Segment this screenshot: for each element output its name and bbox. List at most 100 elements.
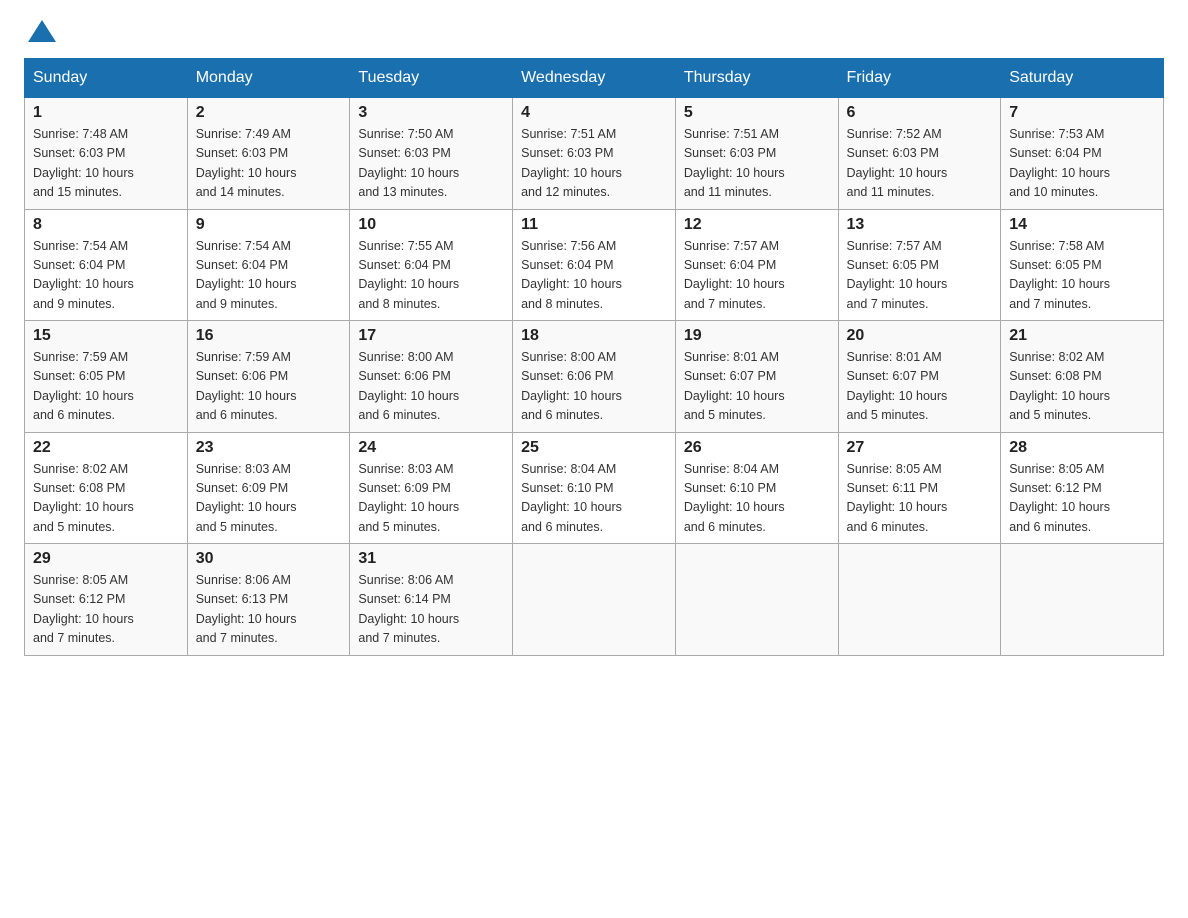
calendar-cell: 10 Sunrise: 7:55 AMSunset: 6:04 PMDaylig… (350, 209, 513, 321)
calendar-cell: 19 Sunrise: 8:01 AMSunset: 6:07 PMDaylig… (675, 321, 838, 433)
calendar-cell: 27 Sunrise: 8:05 AMSunset: 6:11 PMDaylig… (838, 432, 1001, 544)
day-number: 27 (847, 439, 993, 457)
day-info: Sunrise: 7:52 AMSunset: 6:03 PMDaylight:… (847, 127, 948, 199)
calendar-week-row: 1 Sunrise: 7:48 AMSunset: 6:03 PMDayligh… (25, 98, 1164, 210)
calendar-table: SundayMondayTuesdayWednesdayThursdayFrid… (24, 58, 1164, 656)
calendar-cell: 7 Sunrise: 7:53 AMSunset: 6:04 PMDayligh… (1001, 98, 1164, 210)
day-number: 25 (521, 439, 667, 457)
day-info: Sunrise: 7:57 AMSunset: 6:05 PMDaylight:… (847, 239, 948, 311)
day-number: 16 (196, 327, 342, 345)
day-info: Sunrise: 8:02 AMSunset: 6:08 PMDaylight:… (1009, 350, 1110, 422)
day-info: Sunrise: 7:58 AMSunset: 6:05 PMDaylight:… (1009, 239, 1110, 311)
calendar-cell: 12 Sunrise: 7:57 AMSunset: 6:04 PMDaylig… (675, 209, 838, 321)
day-number: 30 (196, 550, 342, 568)
header-sunday: Sunday (25, 59, 188, 98)
day-number: 2 (196, 104, 342, 122)
day-info: Sunrise: 7:56 AMSunset: 6:04 PMDaylight:… (521, 239, 622, 311)
calendar-cell: 5 Sunrise: 7:51 AMSunset: 6:03 PMDayligh… (675, 98, 838, 210)
day-info: Sunrise: 8:03 AMSunset: 6:09 PMDaylight:… (358, 462, 459, 534)
day-number: 6 (847, 104, 993, 122)
calendar-cell: 24 Sunrise: 8:03 AMSunset: 6:09 PMDaylig… (350, 432, 513, 544)
header-monday: Monday (187, 59, 350, 98)
day-info: Sunrise: 8:05 AMSunset: 6:12 PMDaylight:… (1009, 462, 1110, 534)
day-number: 4 (521, 104, 667, 122)
day-info: Sunrise: 7:48 AMSunset: 6:03 PMDaylight:… (33, 127, 134, 199)
calendar-cell: 26 Sunrise: 8:04 AMSunset: 6:10 PMDaylig… (675, 432, 838, 544)
day-number: 31 (358, 550, 504, 568)
header-wednesday: Wednesday (513, 59, 676, 98)
day-info: Sunrise: 8:01 AMSunset: 6:07 PMDaylight:… (684, 350, 785, 422)
day-info: Sunrise: 8:03 AMSunset: 6:09 PMDaylight:… (196, 462, 297, 534)
day-info: Sunrise: 7:59 AMSunset: 6:05 PMDaylight:… (33, 350, 134, 422)
calendar-cell (513, 544, 676, 656)
calendar-week-row: 22 Sunrise: 8:02 AMSunset: 6:08 PMDaylig… (25, 432, 1164, 544)
calendar-header-row: SundayMondayTuesdayWednesdayThursdayFrid… (25, 59, 1164, 98)
calendar-cell: 17 Sunrise: 8:00 AMSunset: 6:06 PMDaylig… (350, 321, 513, 433)
day-number: 21 (1009, 327, 1155, 345)
calendar-cell: 3 Sunrise: 7:50 AMSunset: 6:03 PMDayligh… (350, 98, 513, 210)
day-number: 19 (684, 327, 830, 345)
calendar-week-row: 29 Sunrise: 8:05 AMSunset: 6:12 PMDaylig… (25, 544, 1164, 656)
calendar-cell: 9 Sunrise: 7:54 AMSunset: 6:04 PMDayligh… (187, 209, 350, 321)
day-info: Sunrise: 7:59 AMSunset: 6:06 PMDaylight:… (196, 350, 297, 422)
page-header (24, 24, 1164, 38)
day-number: 9 (196, 216, 342, 234)
day-info: Sunrise: 7:53 AMSunset: 6:04 PMDaylight:… (1009, 127, 1110, 199)
calendar-cell: 16 Sunrise: 7:59 AMSunset: 6:06 PMDaylig… (187, 321, 350, 433)
logo-triangle-icon (28, 20, 56, 42)
calendar-cell: 21 Sunrise: 8:02 AMSunset: 6:08 PMDaylig… (1001, 321, 1164, 433)
calendar-cell: 31 Sunrise: 8:06 AMSunset: 6:14 PMDaylig… (350, 544, 513, 656)
day-info: Sunrise: 8:05 AMSunset: 6:11 PMDaylight:… (847, 462, 948, 534)
calendar-cell (1001, 544, 1164, 656)
calendar-cell: 8 Sunrise: 7:54 AMSunset: 6:04 PMDayligh… (25, 209, 188, 321)
day-info: Sunrise: 7:55 AMSunset: 6:04 PMDaylight:… (358, 239, 459, 311)
day-number: 23 (196, 439, 342, 457)
calendar-cell (838, 544, 1001, 656)
header-saturday: Saturday (1001, 59, 1164, 98)
day-number: 28 (1009, 439, 1155, 457)
day-info: Sunrise: 8:04 AMSunset: 6:10 PMDaylight:… (684, 462, 785, 534)
calendar-cell: 18 Sunrise: 8:00 AMSunset: 6:06 PMDaylig… (513, 321, 676, 433)
calendar-cell: 30 Sunrise: 8:06 AMSunset: 6:13 PMDaylig… (187, 544, 350, 656)
day-number: 8 (33, 216, 179, 234)
day-info: Sunrise: 7:54 AMSunset: 6:04 PMDaylight:… (33, 239, 134, 311)
day-number: 13 (847, 216, 993, 234)
day-number: 22 (33, 439, 179, 457)
day-number: 7 (1009, 104, 1155, 122)
day-number: 20 (847, 327, 993, 345)
calendar-week-row: 15 Sunrise: 7:59 AMSunset: 6:05 PMDaylig… (25, 321, 1164, 433)
header-friday: Friday (838, 59, 1001, 98)
day-info: Sunrise: 7:50 AMSunset: 6:03 PMDaylight:… (358, 127, 459, 199)
day-number: 29 (33, 550, 179, 568)
day-info: Sunrise: 8:06 AMSunset: 6:14 PMDaylight:… (358, 573, 459, 645)
calendar-cell: 15 Sunrise: 7:59 AMSunset: 6:05 PMDaylig… (25, 321, 188, 433)
calendar-cell: 1 Sunrise: 7:48 AMSunset: 6:03 PMDayligh… (25, 98, 188, 210)
day-number: 26 (684, 439, 830, 457)
calendar-cell: 13 Sunrise: 7:57 AMSunset: 6:05 PMDaylig… (838, 209, 1001, 321)
calendar-cell: 11 Sunrise: 7:56 AMSunset: 6:04 PMDaylig… (513, 209, 676, 321)
day-number: 12 (684, 216, 830, 234)
header-tuesday: Tuesday (350, 59, 513, 98)
day-info: Sunrise: 8:04 AMSunset: 6:10 PMDaylight:… (521, 462, 622, 534)
day-number: 17 (358, 327, 504, 345)
calendar-cell: 22 Sunrise: 8:02 AMSunset: 6:08 PMDaylig… (25, 432, 188, 544)
day-number: 14 (1009, 216, 1155, 234)
calendar-cell: 6 Sunrise: 7:52 AMSunset: 6:03 PMDayligh… (838, 98, 1001, 210)
day-info: Sunrise: 7:54 AMSunset: 6:04 PMDaylight:… (196, 239, 297, 311)
day-info: Sunrise: 7:57 AMSunset: 6:04 PMDaylight:… (684, 239, 785, 311)
day-info: Sunrise: 8:06 AMSunset: 6:13 PMDaylight:… (196, 573, 297, 645)
day-info: Sunrise: 8:01 AMSunset: 6:07 PMDaylight:… (847, 350, 948, 422)
day-info: Sunrise: 7:51 AMSunset: 6:03 PMDaylight:… (684, 127, 785, 199)
day-number: 18 (521, 327, 667, 345)
calendar-week-row: 8 Sunrise: 7:54 AMSunset: 6:04 PMDayligh… (25, 209, 1164, 321)
calendar-cell: 29 Sunrise: 8:05 AMSunset: 6:12 PMDaylig… (25, 544, 188, 656)
day-info: Sunrise: 7:49 AMSunset: 6:03 PMDaylight:… (196, 127, 297, 199)
day-number: 3 (358, 104, 504, 122)
day-number: 24 (358, 439, 504, 457)
day-number: 1 (33, 104, 179, 122)
calendar-cell: 20 Sunrise: 8:01 AMSunset: 6:07 PMDaylig… (838, 321, 1001, 433)
day-number: 11 (521, 216, 667, 234)
calendar-cell: 28 Sunrise: 8:05 AMSunset: 6:12 PMDaylig… (1001, 432, 1164, 544)
day-number: 10 (358, 216, 504, 234)
calendar-cell: 14 Sunrise: 7:58 AMSunset: 6:05 PMDaylig… (1001, 209, 1164, 321)
